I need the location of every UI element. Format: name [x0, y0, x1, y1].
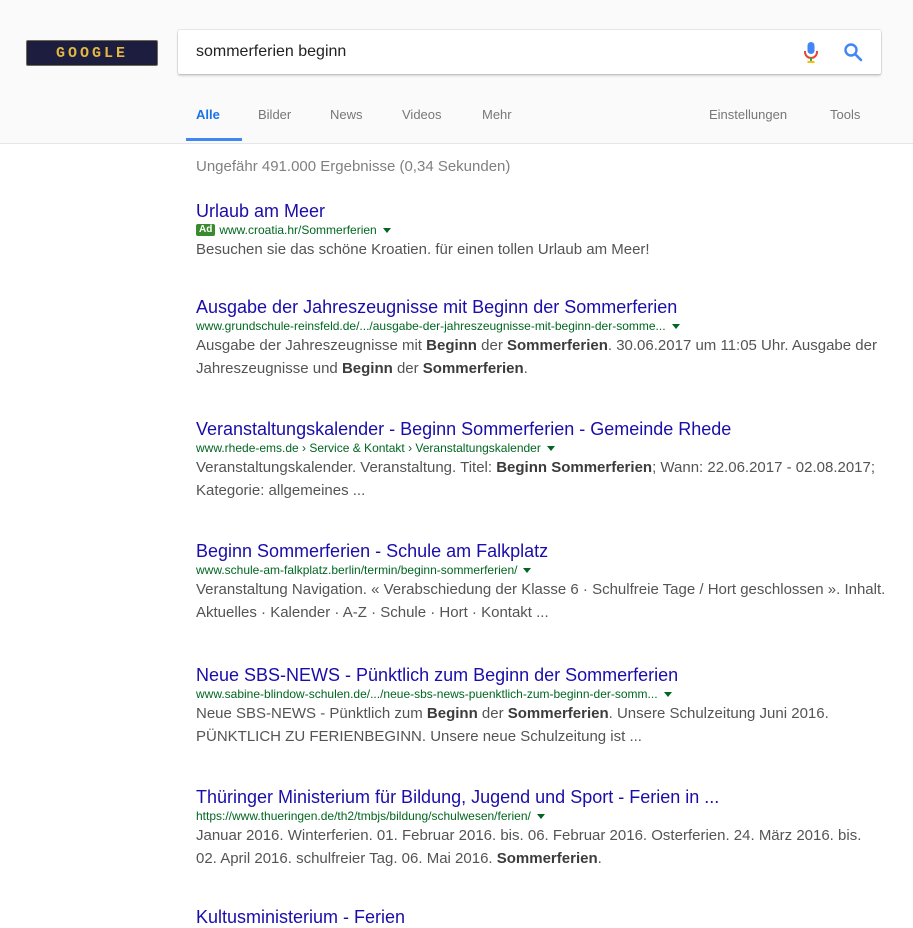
- search-input[interactable]: sommerferien beginn: [196, 43, 799, 61]
- caret-down-icon[interactable]: [536, 813, 545, 819]
- snippet-text: der: [476, 337, 507, 354]
- snippet-text: Besuchen sie das schöne Kroatien. für ei…: [196, 241, 650, 258]
- caret-down-icon[interactable]: [663, 691, 672, 697]
- snippet-highlight: Beginn: [341, 360, 393, 377]
- snippet-highlight: Sommerferien: [496, 850, 598, 867]
- tab-bilder[interactable]: Bilder: [258, 107, 291, 122]
- snippet-text: Neue SBS-NEWS - Pünktlich zum: [196, 705, 427, 722]
- search-box[interactable]: sommerferien beginn: [178, 30, 881, 74]
- snippet-highlight: Sommerferien: [507, 705, 609, 722]
- snippet-text: .: [523, 360, 528, 377]
- caret-down-icon[interactable]: [546, 445, 555, 451]
- result-snippet: Januar 2016. Winterferien. 01. Februar 2…: [196, 824, 886, 870]
- tab-mehr[interactable]: Mehr: [482, 107, 512, 122]
- tab-tools[interactable]: Tools: [830, 107, 860, 122]
- result-url: www.sabine-blindow-schulen.de/.../neue-s…: [196, 686, 886, 702]
- snippet-text: .: [597, 850, 602, 867]
- result-stats: Ungefähr 491.000 Ergebnisse (0,34 Sekund…: [196, 158, 511, 175]
- snippet-text: Ausgabe der Jahreszeugnisse mit: [196, 337, 427, 354]
- search-result: Urlaub am Meer Ad www.croatia.hr/Sommerf…: [196, 200, 886, 261]
- result-url-text[interactable]: https://www.thueringen.de/th2/tmbjs/bild…: [196, 808, 531, 824]
- result-title-link[interactable]: Ausgabe der Jahreszeugnisse mit Beginn d…: [196, 296, 886, 318]
- result-url-text[interactable]: www.schule-am-falkplatz.berlin/termin/be…: [196, 562, 517, 578]
- tab-alle[interactable]: Alle: [196, 107, 220, 122]
- snippet-text: der: [477, 705, 508, 722]
- search-result: Thüringer Ministerium für Bildung, Jugen…: [196, 786, 886, 870]
- result-url: www.rhede-ems.de › Service & Kontakt › V…: [196, 440, 886, 456]
- tab-news[interactable]: News: [330, 107, 363, 122]
- result-url-text[interactable]: www.croatia.hr/Sommerferien: [219, 222, 376, 238]
- ad-badge: Ad: [196, 224, 216, 236]
- snippet-highlight: Beginn: [426, 705, 478, 722]
- result-url-text[interactable]: www.sabine-blindow-schulen.de/.../neue-s…: [196, 686, 658, 702]
- result-url-text[interactable]: www.rhede-ems.de › Service & Kontakt › V…: [196, 440, 541, 456]
- result-url: www.grundschule-reinsfeld.de/.../ausgabe…: [196, 318, 886, 334]
- result-url: Ad www.croatia.hr/Sommerferien: [196, 222, 886, 238]
- result-title-link[interactable]: Kultusministerium - Ferien: [196, 906, 886, 928]
- result-snippet: Veranstaltungskalender. Veranstaltung. T…: [196, 456, 886, 502]
- snippet-highlight: Beginn: [426, 337, 477, 354]
- result-snippet: Neue SBS-NEWS - Pünktlich zum Beginn der…: [196, 702, 886, 748]
- active-tab-indicator: [186, 138, 242, 141]
- tab-einstellungen[interactable]: Einstellungen: [709, 107, 787, 122]
- snippet-highlight: Sommerferien: [507, 337, 608, 354]
- header: GOOGLE sommerferien beginn Alle Bilder N…: [0, 0, 913, 144]
- snippet-highlight: Sommerferien: [422, 360, 524, 377]
- caret-down-icon[interactable]: [523, 567, 532, 573]
- result-snippet: Veranstaltung Navigation. « Verabschiedu…: [196, 578, 886, 624]
- result-url-text[interactable]: www.grundschule-reinsfeld.de/.../ausgabe…: [196, 318, 666, 334]
- microphone-icon[interactable]: [799, 40, 823, 64]
- result-url: www.schule-am-falkplatz.berlin/termin/be…: [196, 562, 886, 578]
- caret-down-icon[interactable]: [382, 227, 391, 233]
- snippet-text: der: [392, 360, 423, 377]
- caret-down-icon[interactable]: [671, 323, 680, 329]
- result-snippet: Besuchen sie das schöne Kroatien. für ei…: [196, 238, 886, 261]
- result-title-link[interactable]: Neue SBS-NEWS - Pünktlich zum Beginn der…: [196, 664, 886, 686]
- snippet-text: Veranstaltung Navigation. « Verabschiedu…: [196, 581, 886, 621]
- result-snippet: Ausgabe der Jahreszeugnisse mit Beginn d…: [196, 334, 886, 380]
- result-title-link[interactable]: Beginn Sommerferien - Schule am Falkplat…: [196, 540, 886, 562]
- google-logo[interactable]: GOOGLE: [26, 40, 158, 66]
- search-result: Beginn Sommerferien - Schule am Falkplat…: [196, 540, 886, 624]
- search-result: Veranstaltungskalender - Beginn Sommerfe…: [196, 418, 886, 502]
- search-tabs: Alle Bilder News Videos Mehr Einstellung…: [0, 104, 913, 143]
- search-icon[interactable]: [841, 40, 865, 64]
- result-url: https://www.thueringen.de/th2/tmbjs/bild…: [196, 808, 886, 824]
- snippet-highlight: Beginn Sommerferien: [496, 459, 653, 476]
- result-title-link[interactable]: Thüringer Ministerium für Bildung, Jugen…: [196, 786, 886, 808]
- result-title-link[interactable]: Urlaub am Meer: [196, 200, 886, 222]
- result-title-link[interactable]: Veranstaltungskalender - Beginn Sommerfe…: [196, 418, 886, 440]
- snippet-text: Veranstaltungskalender. Veranstaltung. T…: [196, 459, 497, 476]
- search-result: Ausgabe der Jahreszeugnisse mit Beginn d…: [196, 296, 886, 380]
- search-result: Neue SBS-NEWS - Pünktlich zum Beginn der…: [196, 664, 886, 748]
- search-result: Kultusministerium - Ferien: [196, 906, 886, 928]
- tab-videos[interactable]: Videos: [402, 107, 442, 122]
